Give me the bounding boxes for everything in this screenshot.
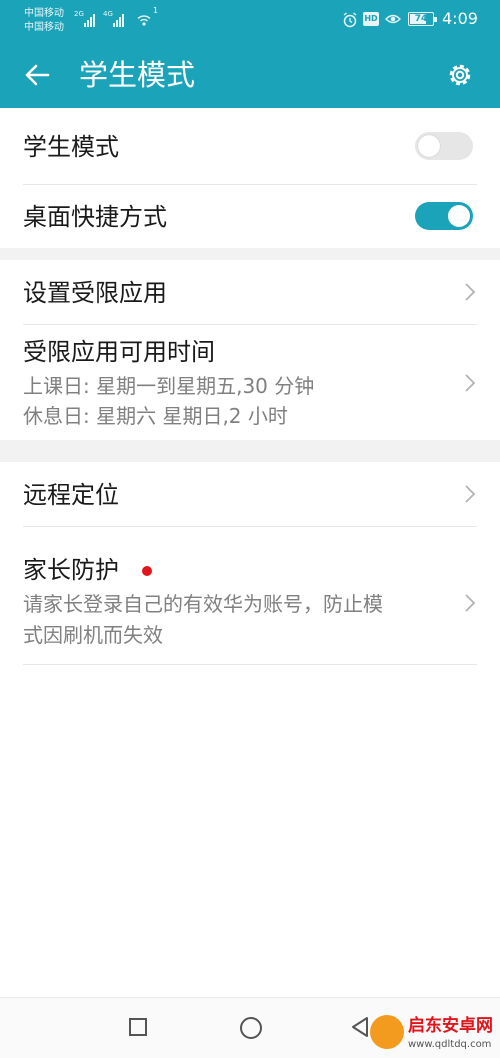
signal-1-icon <box>84 13 95 27</box>
wifi-badge: 1 <box>153 6 159 15</box>
chevron-right-icon <box>465 485 476 503</box>
square-icon[interactable] <box>129 1018 147 1036</box>
section-gap <box>0 248 500 260</box>
student-mode-row[interactable]: 学生模式 <box>0 108 500 184</box>
network-type-1: 2G <box>74 10 84 18</box>
alarm-icon <box>343 12 357 28</box>
battery-icon: 74 <box>408 12 437 26</box>
app-header: 中国移动 中国移动 2G 4G 1 HD 74 4:09 学生模式 <box>0 0 500 108</box>
remote-location-label: 远程定位 <box>23 481 119 509</box>
clock: 4:09 <box>442 9 478 28</box>
chevron-right-icon <box>465 374 476 392</box>
desktop-shortcut-row[interactable]: 桌面快捷方式 <box>0 185 500 248</box>
wifi-icon <box>137 15 151 26</box>
divider <box>23 664 477 665</box>
battery-level: 74 <box>414 14 428 24</box>
gear-icon[interactable] <box>445 60 475 90</box>
page-title: 学生模式 <box>79 58 196 92</box>
school-days-limit: 上课日: 星期一到星期五,30 分钟 <box>23 374 315 398</box>
signal-2-icon <box>113 13 124 27</box>
restricted-time-label: 受限应用可用时间 <box>23 338 215 366</box>
carrier-1-label: 中国移动 <box>24 8 64 19</box>
watermark-logo-icon <box>370 1015 404 1049</box>
parent-protection-description-2: 式因刷机而失效 <box>23 623 163 647</box>
desktop-shortcut-label: 桌面快捷方式 <box>23 203 167 231</box>
watermark: 启东安卓网 www.qdltdq.com <box>370 1013 500 1057</box>
chevron-right-icon <box>465 283 476 301</box>
remote-location-row[interactable]: 远程定位 <box>0 462 500 526</box>
restricted-apps-label: 设置受限应用 <box>23 279 167 307</box>
triangle-back-icon[interactable] <box>350 1015 370 1039</box>
student-mode-toggle[interactable] <box>415 132 473 160</box>
hd-badge: HD <box>363 12 379 26</box>
parent-protection-description-1: 请家长登录自己的有效华为账号，防止模 <box>23 592 383 616</box>
circle-icon[interactable] <box>240 1017 262 1039</box>
arrow-left-icon[interactable] <box>22 60 52 90</box>
watermark-text: 启东安卓网 <box>408 1016 493 1036</box>
restricted-apps-row[interactable]: 设置受限应用 <box>0 260 500 324</box>
status-bar: 中国移动 中国移动 2G 4G 1 HD 74 4:09 <box>0 0 500 40</box>
parent-protection-label: 家长防护 <box>23 556 119 584</box>
parent-protection-row[interactable]: 家长防护 请家长登录自己的有效华为账号，防止模 式因刷机而失效 <box>0 527 500 664</box>
watermark-url: www.qdltdq.com <box>408 1039 492 1050</box>
restricted-time-row[interactable]: 受限应用可用时间 上课日: 星期一到星期五,30 分钟 休息日: 星期六 星期日… <box>0 325 500 440</box>
desktop-shortcut-toggle[interactable] <box>415 202 473 230</box>
chevron-right-icon <box>465 594 476 612</box>
rest-days-limit: 休息日: 星期六 星期日,2 小时 <box>23 404 288 428</box>
network-type-2: 4G <box>103 10 113 18</box>
eye-comfort-icon <box>385 14 401 24</box>
carrier-2-label: 中国移动 <box>24 22 64 33</box>
section-gap <box>0 440 500 462</box>
notification-dot <box>142 566 152 576</box>
student-mode-label: 学生模式 <box>23 133 119 161</box>
